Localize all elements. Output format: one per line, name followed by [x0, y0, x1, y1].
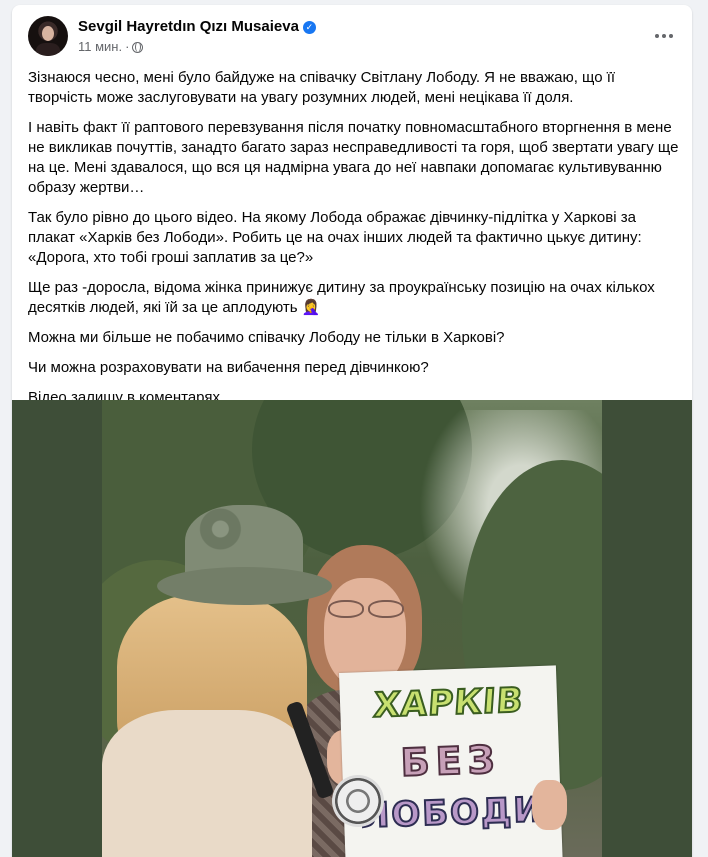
author-row: Sevgil Hayretdın Qızı Musaieva ✓ — [78, 18, 316, 36]
post-meta: 11 мин. · — [78, 39, 144, 54]
post-paragraph: Ще раз -доросла, відома жінка принижує д… — [28, 279, 655, 316]
avatar-face — [42, 26, 54, 41]
post-paragraph: Чи можна розраховувати на вибачення пере… — [28, 359, 429, 376]
post-text: Зізнаюся чесно, мені було байдуже на спі… — [28, 68, 680, 418]
more-options-icon — [654, 25, 675, 43]
more-options-button[interactable] — [648, 18, 680, 50]
post-paragraph: І навіть факт її раптового перевзування … — [28, 119, 679, 196]
video-frame[interactable]: ХАРКІВ БЕЗ ЛОБОДИ — [102, 400, 602, 857]
meta-separator: · — [125, 39, 130, 54]
bucket-hat — [157, 505, 332, 615]
avatar-body — [36, 43, 60, 56]
post-paragraph: Так було рівно до цього відео. На якому … — [28, 209, 642, 266]
protest-poster: ХАРКІВ БЕЗ ЛОБОДИ — [339, 665, 563, 857]
glasses — [320, 600, 412, 620]
post-paragraph: Можна ми більше не побачимо співачку Лоб… — [28, 329, 505, 346]
poster-line: БЕЗ — [399, 736, 502, 785]
post-timestamp-link[interactable]: 11 мин. — [78, 39, 122, 54]
author-name-link[interactable]: Sevgil Hayretdın Qızı Musaieva — [78, 18, 299, 35]
poster-line: ХАРКІВ — [371, 680, 526, 727]
post-video[interactable]: ХАРКІВ БЕЗ ЛОБОДИ — [12, 400, 692, 857]
hat-brim — [157, 567, 332, 605]
hand — [532, 780, 567, 830]
woman-body — [102, 710, 312, 857]
post-paragraph: Зізнаюся чесно, мені було байдуже на спі… — [28, 69, 616, 106]
avatar[interactable] — [28, 16, 68, 56]
globe-icon[interactable] — [132, 42, 144, 53]
post-card: Sevgil Hayretdın Qızı Musaieva ✓ 11 мин. ·… — [12, 5, 692, 857]
verified-badge-icon: ✓ — [302, 21, 316, 34]
globe-prop — [332, 775, 384, 827]
post-header: Sevgil Hayretdın Qızı Musaieva ✓ 11 мин. · — [28, 16, 676, 60]
